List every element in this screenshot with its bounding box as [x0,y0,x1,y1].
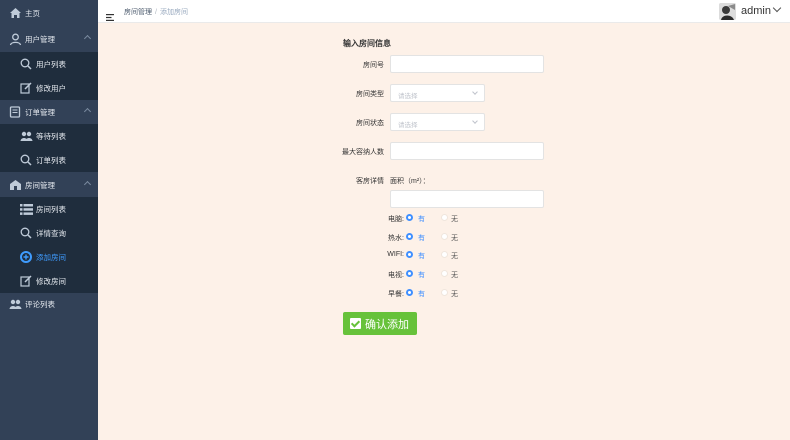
chevron-down-icon [472,118,478,124]
radio-yes[interactable] [406,251,413,258]
sidebar-item-user-management[interactable]: 用户管理 [0,27,98,51]
confirm-add-button[interactable]: 确认添加 [343,312,417,335]
user-icon [8,32,22,46]
sidebar-item-order-management[interactable]: 订单管理 [0,100,98,124]
radio-no-label[interactable]: 无 [451,289,458,299]
sidebar-item-order-list[interactable]: 订单列表 [0,148,98,172]
radio-yes-label[interactable]: 有 [418,214,425,224]
sidebar-item-comment-list[interactable]: 评论列表 [0,292,98,316]
sidebar-item-label: 详情查询 [36,228,66,238]
radio-no[interactable] [441,214,448,221]
sidebar: 主页 用户管理 用户列表 修改用户 订单管理 等待列表 订单列表 房间管理 房间… [0,0,98,440]
radio-no[interactable] [441,270,448,277]
radio-yes-label[interactable]: 有 [418,251,425,261]
sidebar-item-label: 房间管理 [25,180,55,190]
sidebar-item-label: 主页 [25,8,40,18]
checkbox-icon [350,318,361,329]
sidebar-item-room-list[interactable]: 房间列表 [0,197,98,221]
radio-yes-label[interactable]: 有 [418,270,425,280]
radio-no[interactable] [441,233,448,240]
radio-no-label[interactable]: 无 [451,251,458,261]
sidebar-item-home[interactable]: 主页 [0,1,98,25]
room-type-select[interactable]: 请选择 [390,84,485,102]
room-type-placeholder: 请选择 [398,93,418,100]
amenity-label: WIFI: [387,251,404,258]
room-status-placeholder: 请选择 [398,122,418,129]
sidebar-item-label: 添加房间 [36,252,66,262]
amenity-label: 电脑: [388,216,404,223]
room-status-select[interactable]: 请选择 [390,113,485,131]
amenity-label: 热水: [388,235,404,242]
username[interactable]: admin [741,5,771,17]
breadcrumb-item-add-room: 添加房间 [159,9,188,16]
order-icon [8,105,22,119]
max-people-label: 最大容纳人数 [342,149,384,156]
sidebar-item-label: 订单列表 [36,155,66,165]
sidebar-item-edit-room[interactable]: 修改房间 [0,269,98,293]
room-type-label: 房间类型 [356,91,384,98]
room-details-label: 客房详情 [356,178,384,185]
sidebar-item-label: 评论列表 [25,299,55,309]
chevron-down-icon [472,89,478,95]
chevron-up-icon [83,180,92,189]
sidebar-item-label: 用户管理 [25,34,55,44]
radio-yes[interactable] [406,233,413,240]
home-icon [8,6,22,20]
add-icon [19,250,33,264]
sidebar-item-edit-user[interactable]: 修改用户 [0,76,98,100]
edit-icon [19,274,33,288]
radio-no[interactable] [441,251,448,258]
area-label: 面积（m²）： [390,178,430,185]
chevron-down-icon[interactable] [772,3,782,13]
menu-toggle-icon[interactable] [106,8,114,21]
radio-no-label[interactable]: 无 [451,270,458,280]
radio-no[interactable] [441,289,448,296]
radio-yes-label[interactable]: 有 [418,289,425,299]
list-icon [19,202,33,216]
breadcrumb-separator: / [155,9,157,16]
search-icon [19,57,33,71]
radio-yes[interactable] [406,214,413,221]
room-number-label: 房间号 [363,62,384,69]
avatar[interactable] [719,3,736,20]
group-icon [19,129,33,143]
breadcrumb: 房间管理 / 添加房间 [124,7,188,17]
room-status-label: 房间状态 [356,120,384,127]
chevron-up-icon [83,34,92,43]
sidebar-item-waiting-list[interactable]: 等待列表 [0,124,98,148]
radio-yes[interactable] [406,270,413,277]
sidebar-item-label: 用户列表 [36,59,66,69]
confirm-add-label: 确认添加 [365,318,409,331]
breadcrumb-item-room-management[interactable]: 房间管理 [124,9,152,16]
search-icon [19,226,33,240]
edit-icon [19,81,33,95]
search-icon [19,153,33,167]
amenity-label: 电视: [388,272,404,279]
group-icon [8,297,22,311]
area-input[interactable] [390,190,544,208]
radio-yes[interactable] [406,289,413,296]
top-header: 房间管理 / 添加房间 admin [98,0,790,23]
radio-no-label[interactable]: 无 [451,214,458,224]
room-number-input[interactable] [390,55,544,73]
sidebar-item-label: 修改用户 [36,83,66,93]
sidebar-item-detail-query[interactable]: 详情查询 [0,221,98,245]
sidebar-item-label: 修改房间 [36,276,66,286]
sidebar-item-user-list[interactable]: 用户列表 [0,52,98,76]
chevron-up-icon [83,107,92,116]
room-icon [8,178,22,192]
max-people-input[interactable] [390,142,544,160]
sidebar-item-label: 房间列表 [36,204,66,214]
amenity-label: 早餐: [388,291,404,298]
sidebar-item-label: 等待列表 [36,131,66,141]
radio-no-label[interactable]: 无 [451,233,458,243]
form-title: 输入房间信息 [343,39,391,48]
sidebar-item-room-management[interactable]: 房间管理 [0,173,98,197]
sidebar-item-add-room[interactable]: 添加房间 [0,245,98,269]
sidebar-item-label: 订单管理 [25,107,55,117]
radio-yes-label[interactable]: 有 [418,233,425,243]
